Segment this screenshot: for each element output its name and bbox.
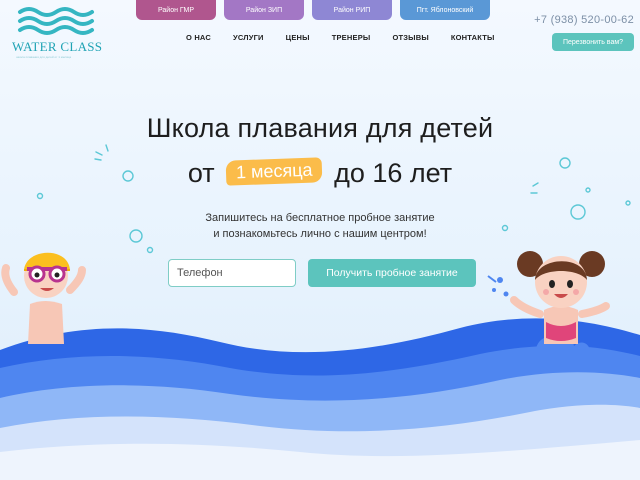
phone-number[interactable]: +7 (938) 520-00-62 [534,14,634,26]
callback-button[interactable]: Перезвонить вам? [552,33,634,51]
logo[interactable]: WATER CLASS школа плавания для детей от … [12,6,103,59]
boy-swimmer-illustration [1,252,86,344]
nav-prices[interactable]: ЦЕНЫ [286,33,310,42]
district-tabs: Район ГМР Район ЗИП Район РИП Пгт. Яблон… [136,0,490,20]
main-nav: О НАС УСЛУГИ ЦЕНЫ ТРЕНЕРЫ ОТЗЫВЫ КОНТАКТ… [186,33,517,42]
hero-title: Школа плавания для детей [146,113,494,143]
landing-page: WATER CLASS школа плавания для детей от … [0,0,640,480]
nav-reviews[interactable]: ОТЗЫВЫ [392,33,428,42]
hero-subtitle: от 1 месяца до 16 лет [0,157,640,189]
get-trial-button[interactable]: Получить пробное занятие [308,259,476,287]
district-tab-yablonovsky[interactable]: Пгт. Яблоновский [400,0,490,20]
girl-swimmer-illustration [487,251,610,350]
waves-logo-icon [18,7,94,35]
brand-tagline: школа плавания для детей от 1 месяца [16,55,72,59]
district-tab-zip[interactable]: Район ЗИП [224,0,304,20]
nav-contacts[interactable]: КОНТАКТЫ [451,33,495,42]
phone-input[interactable] [168,259,296,287]
lead-line-1: Запишитесь на бесплатное пробное занятие [205,212,435,224]
brand-name: WATER CLASS [12,39,103,54]
district-tab-gmr[interactable]: Район ГМР [136,0,216,20]
nav-services[interactable]: УСЛУГИ [233,33,264,42]
nav-about[interactable]: О НАС [186,33,211,42]
hero-suffix: до 16 лет [334,158,453,188]
nav-trainers[interactable]: ТРЕНЕРЫ [332,33,371,42]
age-highlight-badge: 1 месяца [225,157,324,187]
district-tab-rip[interactable]: Район РИП [312,0,392,20]
hero-prefix: от [187,158,215,188]
